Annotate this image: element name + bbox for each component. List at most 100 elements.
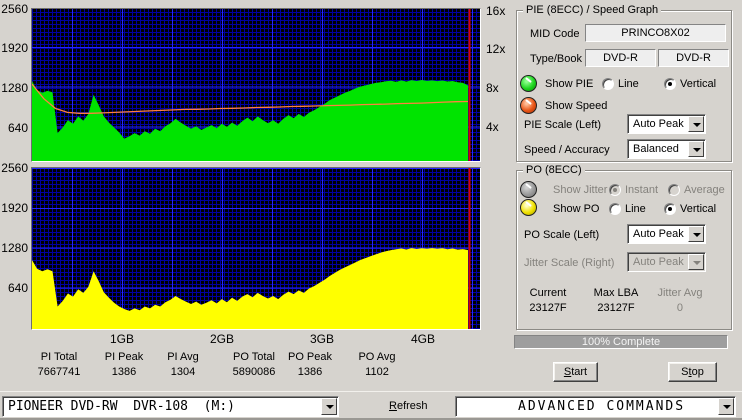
stat-label: PI Avg — [167, 351, 199, 363]
stat-pi-avg: PI Avg 1304 — [167, 351, 199, 378]
speed-accuracy-value: Balanced — [633, 143, 679, 155]
scan-progress-fill: 100% Complete — [515, 336, 727, 348]
chevron-down-icon[interactable] — [718, 398, 734, 415]
show-po-led[interactable] — [520, 199, 537, 216]
type-book-label: Type/Book — [530, 53, 582, 65]
x-axis-tick: 2GB — [209, 332, 234, 346]
jitter-avg: Jitter Avg 0 — [657, 287, 702, 314]
pie-speed-graph — [31, 8, 481, 162]
jitter-scale-select: Auto Peak — [627, 252, 706, 272]
disc-quality-scan-window: { "colors": { "window_bg": "#d6d3ce", "p… — [0, 0, 742, 420]
po-axis-tick: 1920 — [1, 201, 28, 215]
stat-label: PI Total — [40, 351, 78, 363]
po-scale-value: Auto Peak — [633, 228, 684, 240]
pie-scale-select[interactable]: Auto Peak — [627, 114, 706, 134]
stat-po-total: PO Total 5890086 — [233, 351, 276, 378]
speed-axis-tick: 12x — [486, 42, 506, 56]
device-select[interactable]: PIONEER DVD-RW DVR-108 (M:) — [2, 396, 339, 417]
pie-group-title: PIE (8ECC) / Speed Graph — [523, 4, 662, 16]
stat-pi-peak: PI Peak 1386 — [105, 351, 144, 378]
scan-progress-bar: 100% Complete — [514, 335, 728, 349]
mid-code-label: MID Code — [530, 28, 580, 40]
chevron-down-icon[interactable] — [688, 116, 704, 132]
speed-axis-tick: 8x — [486, 81, 499, 95]
speed-axis-tick: 4x — [486, 120, 499, 134]
stat-value: 5890086 — [232, 366, 276, 378]
stat-po-avg: PO Avg 1102 — [358, 351, 395, 378]
po-line-radio[interactable] — [609, 203, 621, 215]
po-axis-tick: 1280 — [1, 241, 28, 255]
stat-value: 7667741 — [37, 366, 81, 378]
stat-value: 1386 — [111, 366, 137, 378]
po-graph — [31, 167, 481, 330]
max-lba-label: Max LBA — [593, 287, 639, 299]
stat-label: PO Peak — [287, 351, 333, 363]
chevron-down-icon — [688, 254, 704, 270]
current-value: 23127F — [529, 302, 567, 314]
mid-code-field: PRINCO8X02 — [585, 24, 726, 42]
po-scale-label: PO Scale (Left) — [524, 229, 600, 241]
jitter-average-radio-label: Average — [684, 184, 725, 196]
po-vertical-radio[interactable] — [664, 203, 676, 215]
pie-axis-tick: 1920 — [1, 41, 28, 55]
chevron-down-icon[interactable] — [321, 398, 337, 415]
pie-axis-tick: 640 — [7, 121, 28, 135]
stat-value: 1102 — [365, 366, 389, 378]
max-lba: Max LBA 23127F — [594, 287, 639, 314]
max-lba-value: 23127F — [597, 302, 635, 314]
jitter-average-radio — [668, 184, 680, 196]
show-jitter-label: Show Jitter — [553, 184, 608, 196]
jitter-scale-label: Jitter Scale (Right) — [524, 257, 615, 269]
po-axis-tick: 2560 — [1, 161, 28, 175]
po-scale-select[interactable]: Auto Peak — [627, 224, 706, 244]
current-label: Current — [529, 287, 567, 299]
pie-axis-tick: 2560 — [1, 2, 28, 16]
speed-axis-tick: 16x — [486, 4, 506, 18]
show-po-label: Show PO — [553, 203, 600, 215]
x-axis-tick: 1GB — [109, 332, 134, 346]
stop-button[interactable]: Stop — [668, 362, 717, 382]
type-field-1: DVD-R — [585, 49, 656, 67]
po-graph-canvas — [32, 168, 480, 329]
speed-accuracy-label: Speed / Accuracy — [524, 144, 610, 156]
x-axis-tick: 4GB — [410, 332, 435, 346]
show-pie-led[interactable] — [520, 75, 537, 92]
jitter-avg-label: Jitter Avg — [657, 287, 703, 299]
po-group-title: PO (8ECC) — [523, 164, 585, 176]
po-vertical-radio-label[interactable]: Vertical — [680, 203, 716, 215]
stat-label: PO Avg — [358, 351, 396, 363]
stat-pi-total: PI Total 7667741 — [38, 351, 81, 378]
chevron-down-icon[interactable] — [688, 141, 704, 157]
show-jitter-led — [520, 181, 537, 198]
pie-scale-value: Auto Peak — [633, 118, 684, 130]
pie-speed-graph-canvas — [32, 9, 480, 161]
speed-accuracy-select[interactable]: Balanced — [627, 139, 706, 159]
stat-value: 1386 — [297, 366, 323, 378]
advanced-commands-select[interactable]: ADVANCED COMMANDS — [455, 396, 736, 417]
current-position: Current 23127F — [529, 287, 566, 314]
stat-label: PI Peak — [104, 351, 144, 363]
type-field-2: DVD-R — [658, 49, 729, 67]
stat-po-peak: PO Peak 1386 — [288, 351, 332, 378]
device-select-value: PIONEER DVD-RW DVR-108 (M:) — [8, 399, 235, 414]
po-axis-tick: 640 — [7, 281, 28, 295]
show-speed-label: Show Speed — [545, 100, 608, 112]
pie-line-radio[interactable] — [602, 78, 614, 90]
pie-vertical-radio[interactable] — [664, 78, 676, 90]
jitter-avg-value: 0 — [676, 302, 684, 314]
pie-scale-label: PIE Scale (Left) — [524, 119, 602, 131]
show-speed-led[interactable] — [520, 97, 537, 114]
stat-label: PO Total — [232, 351, 275, 363]
show-pie-label: Show PIE — [545, 78, 594, 90]
start-button[interactable]: Start — [553, 362, 598, 382]
stat-value: 1304 — [170, 366, 196, 378]
jitter-instant-radio-label: Instant — [625, 184, 659, 196]
po-line-radio-label[interactable]: Line — [625, 203, 646, 215]
jitter-scale-value: Auto Peak — [633, 256, 684, 268]
refresh-button[interactable]: Refresh — [389, 400, 428, 412]
pie-line-radio-label[interactable]: Line — [618, 78, 639, 90]
pie-vertical-radio-label[interactable]: Vertical — [680, 78, 716, 90]
chevron-down-icon[interactable] — [688, 226, 704, 242]
pie-axis-tick: 1280 — [1, 81, 28, 95]
jitter-instant-radio — [609, 184, 621, 196]
